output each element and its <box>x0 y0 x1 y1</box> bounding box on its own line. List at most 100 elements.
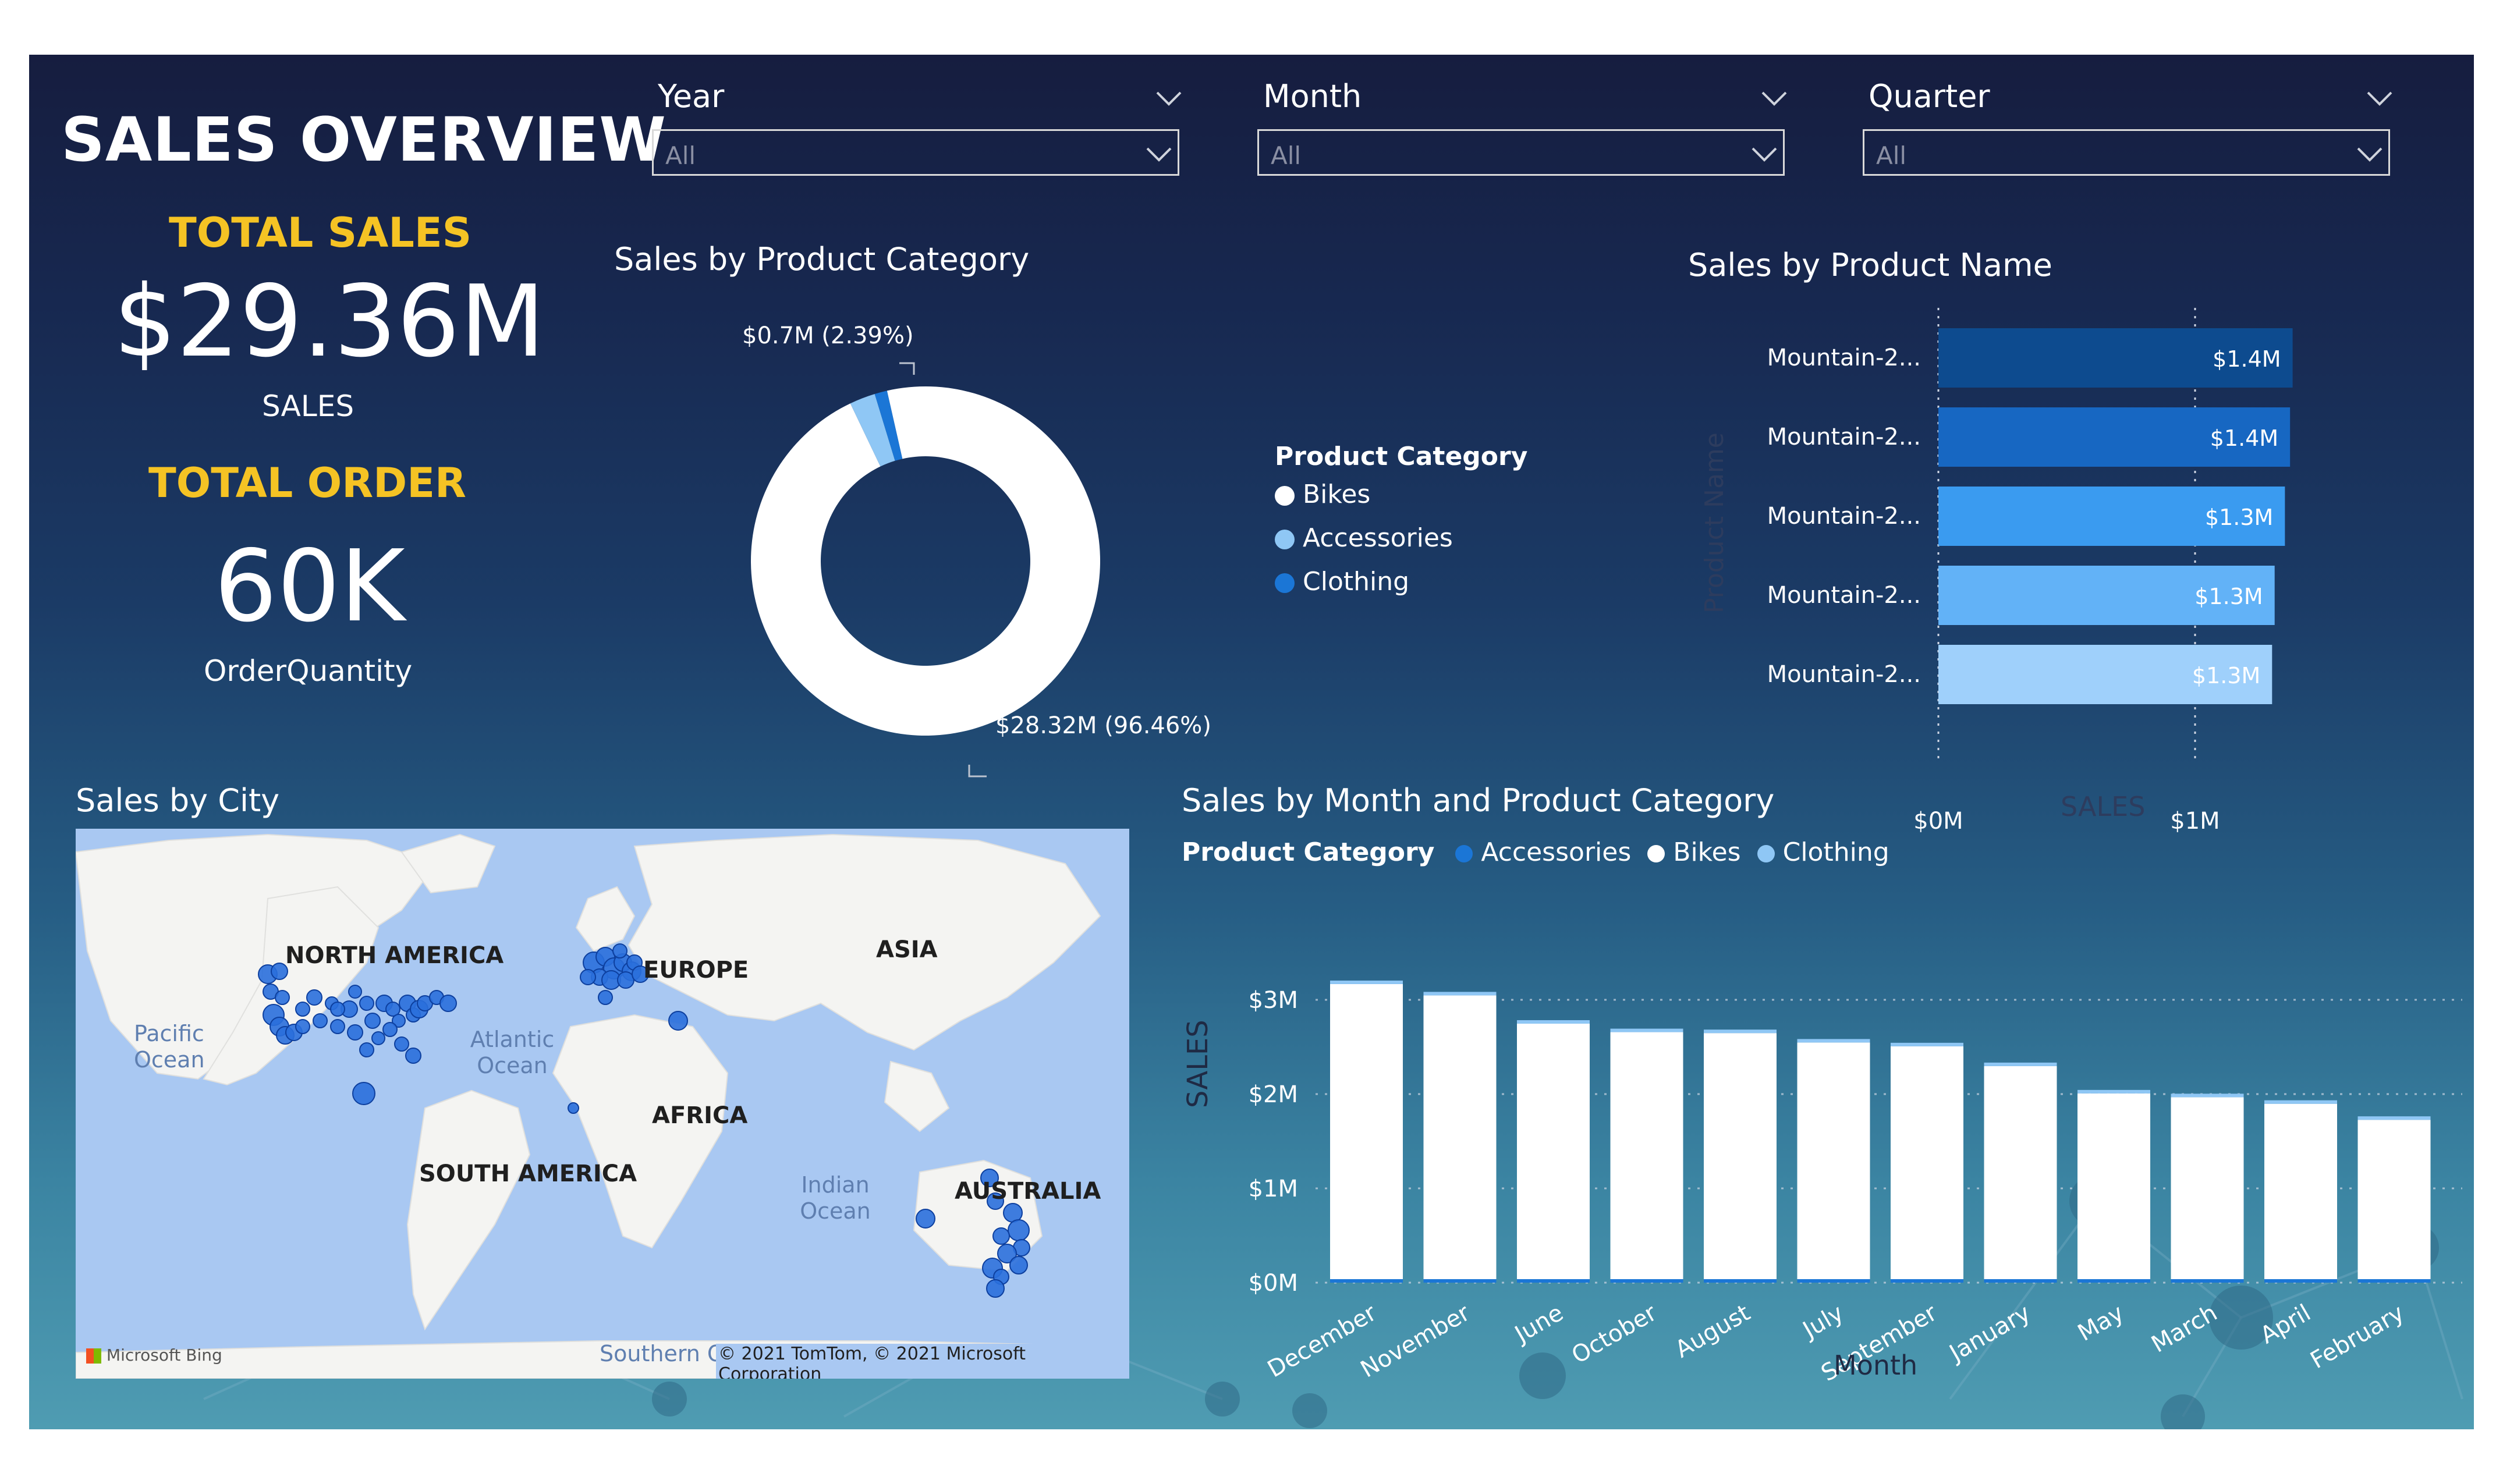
map-city-dot[interactable] <box>313 1013 328 1028</box>
map-city-dot[interactable] <box>371 1031 385 1045</box>
map-visual[interactable]: NORTH AMERICA EUROPE ASIA AFRICA SOUTH A… <box>76 829 1129 1379</box>
page-title: SALES OVERVIEW <box>61 104 666 175</box>
monthly-bar-clothing[interactable] <box>1704 1029 1777 1034</box>
slicer-quarter[interactable]: Quarter All <box>1863 78 2398 183</box>
slicer-quarter-value: All <box>1876 141 1907 170</box>
map-city-dot[interactable] <box>330 1019 345 1034</box>
monthly-bar-accessories[interactable] <box>1610 1279 1683 1283</box>
monthly-bar-bikes[interactable] <box>1797 1042 1870 1279</box>
monthly-y-axis-label: SALES <box>1182 1020 1214 1108</box>
map-city-dot[interactable] <box>986 1279 1005 1298</box>
legend-item-clothing[interactable]: Clothing <box>1757 837 1889 867</box>
hbar-y-axis-label: Product Name <box>1700 432 1729 613</box>
monthly-bar-accessories[interactable] <box>2264 1279 2337 1283</box>
monthly-bar-clothing[interactable] <box>2077 1089 2150 1094</box>
monthly-bar-clothing[interactable] <box>1797 1039 1870 1043</box>
hbar-data-label: $1.4M <box>2210 425 2278 451</box>
world-map[interactable] <box>76 829 1129 1379</box>
legend-item-clothing[interactable]: Clothing <box>1275 567 1527 597</box>
legend-item-bikes[interactable]: Bikes <box>1275 480 1527 509</box>
map-city-dot[interactable] <box>439 995 457 1012</box>
map-city-dot[interactable] <box>394 1036 409 1052</box>
map-city-dot[interactable] <box>612 943 627 958</box>
monthly-bar-clothing[interactable] <box>2357 1116 2431 1120</box>
hbar-data-label: $1.4M <box>2213 346 2281 372</box>
map-city-dot[interactable] <box>598 990 613 1005</box>
monthly-bar-bikes[interactable] <box>1517 1023 1590 1279</box>
map-label-indian: Indian Ocean <box>800 1172 871 1224</box>
monthly-bar-accessories[interactable] <box>1330 1279 1403 1283</box>
monthly-bar-bikes[interactable] <box>2171 1097 2244 1279</box>
map-city-dot[interactable] <box>359 1042 374 1057</box>
monthly-bar-bikes[interactable] <box>1330 984 1403 1279</box>
monthly-bar-clothing[interactable] <box>1517 1020 1590 1024</box>
hbar-category-label: Mountain-2... <box>1767 503 1921 530</box>
map-city-dot[interactable] <box>568 1102 579 1114</box>
map-city-dot[interactable] <box>1009 1256 1028 1274</box>
monthly-bar-accessories[interactable] <box>2077 1279 2150 1283</box>
monthly-bar-bikes[interactable] <box>2357 1120 2431 1279</box>
donut-slice-bikes[interactable] <box>751 386 1101 736</box>
slicer-year-dropdown[interactable]: All <box>652 129 1179 176</box>
map-city-dot[interactable] <box>348 985 362 999</box>
map-city-dot[interactable] <box>295 1002 310 1017</box>
monthly-bar-accessories[interactable] <box>1797 1279 1870 1283</box>
map-city-dot[interactable] <box>306 989 322 1006</box>
map-city-dot[interactable] <box>617 971 634 989</box>
slicer-quarter-dropdown[interactable]: All <box>1863 129 2390 176</box>
slicer-month[interactable]: Month All <box>1257 78 1793 183</box>
monthly-bar-clothing[interactable] <box>1330 980 1403 984</box>
chevron-down-icon[interactable] <box>1155 90 1182 107</box>
slicer-month-label: Month <box>1263 78 1362 115</box>
map-city-dot[interactable] <box>668 1011 688 1031</box>
monthly-bar-bikes[interactable] <box>2264 1103 2337 1279</box>
chevron-down-icon[interactable] <box>1761 90 1788 107</box>
monthly-bar-clothing[interactable] <box>1423 992 1497 996</box>
monthly-bar-clothing[interactable] <box>1984 1062 2057 1066</box>
map-city-dot[interactable] <box>352 1082 375 1105</box>
monthly-bar-bikes[interactable] <box>1984 1066 2057 1279</box>
map-city-dot[interactable] <box>992 1227 1010 1245</box>
total-sales-label: SALES <box>262 389 354 423</box>
map-city-dot[interactable] <box>295 1019 310 1034</box>
monthly-bar-accessories[interactable] <box>1891 1279 1963 1283</box>
hbar-category-label: Mountain-2... <box>1767 582 1921 609</box>
monthly-bar-accessories[interactable] <box>1704 1279 1777 1283</box>
monthly-bar-bikes[interactable] <box>1704 1033 1777 1279</box>
monthly-bar-accessories[interactable] <box>1517 1279 1590 1283</box>
monthly-bar-bikes[interactable] <box>1891 1046 1963 1279</box>
map-city-dot[interactable] <box>347 1024 363 1041</box>
hbar-tick-label: $0M <box>1913 808 1963 835</box>
slicer-year-value: All <box>665 141 696 170</box>
monthly-bar-clothing[interactable] <box>2171 1094 2244 1098</box>
map-city-dot[interactable] <box>359 996 374 1011</box>
monthly-bar-bikes[interactable] <box>1423 995 1497 1279</box>
monthly-bar-clothing[interactable] <box>1891 1042 1963 1046</box>
hbar-data-label: $1.3M <box>2192 663 2260 688</box>
map-city-dot[interactable] <box>330 1002 345 1017</box>
slicer-month-dropdown[interactable]: All <box>1257 129 1785 176</box>
monthly-bar-accessories[interactable] <box>2171 1279 2244 1283</box>
chevron-down-icon[interactable] <box>2366 90 2393 107</box>
monthly-bar-bikes[interactable] <box>2077 1093 2150 1279</box>
legend-item-accessories[interactable]: Accessories <box>1455 837 1631 867</box>
map-city-dot[interactable] <box>364 1013 381 1029</box>
legend-item-accessories[interactable]: Accessories <box>1275 523 1527 553</box>
map-city-dot[interactable] <box>1008 1219 1030 1241</box>
map-city-dot[interactable] <box>580 969 596 985</box>
map-city-dot[interactable] <box>275 990 290 1005</box>
slicer-year[interactable]: Year All <box>652 78 1187 183</box>
monthly-bar-accessories[interactable] <box>1984 1279 2057 1283</box>
legend-dot-icon <box>1757 845 1775 862</box>
donut-label-bikes: $28.32M (96.46%) <box>995 712 1211 739</box>
monthly-bar-bikes[interactable] <box>1610 1032 1683 1279</box>
monthly-bar-accessories[interactable] <box>1423 1279 1497 1283</box>
legend-item-bikes[interactable]: Bikes <box>1647 837 1741 867</box>
hbar-category-label: Mountain-2... <box>1767 424 1921 450</box>
map-city-dot[interactable] <box>382 1022 398 1037</box>
monthly-bar-clothing[interactable] <box>1610 1028 1683 1032</box>
map-city-dot[interactable] <box>916 1209 935 1229</box>
monthly-bar-accessories[interactable] <box>2357 1279 2431 1283</box>
map-city-dot[interactable] <box>405 1048 421 1064</box>
monthly-bar-clothing[interactable] <box>2264 1100 2337 1104</box>
